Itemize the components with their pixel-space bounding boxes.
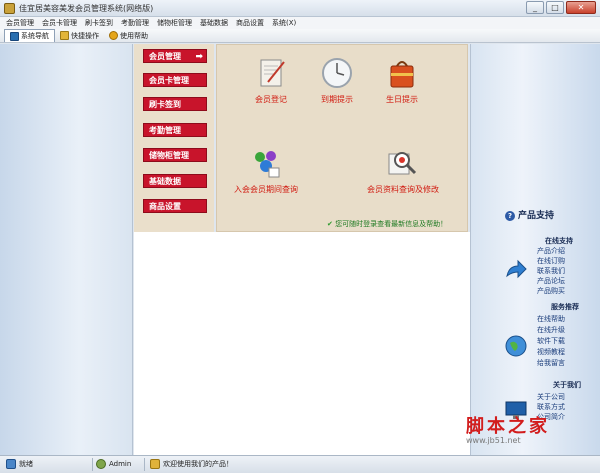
side-item-label: 刷卡签到 (149, 100, 181, 109)
support-link[interactable]: 产品购买 (537, 286, 565, 296)
side-item-label: 商品设置 (149, 202, 181, 211)
watermark-text: 脚本之家 (466, 416, 550, 437)
support-link[interactable]: 软件下载 (537, 336, 565, 346)
status-message-label: 欢迎使用我们的产品！ (163, 460, 233, 468)
tab-quick-ops[interactable]: 快捷操作 (55, 29, 104, 42)
support-link[interactable]: 产品介绍 (537, 246, 565, 256)
menu-system[interactable]: 系统(X) (272, 17, 296, 29)
side-item-label: 会员卡管理 (149, 76, 189, 85)
left-pane (0, 44, 133, 455)
status-ready-label: 就绪 (19, 460, 33, 468)
func-label: 生日提示 (386, 95, 418, 104)
tip-text: ✔ 您可随时登录查看最新信息及帮助！ (327, 219, 447, 229)
support-link[interactable]: 联系我们 (537, 266, 565, 276)
toolbar: 系统导航 快捷操作 使用帮助 (0, 29, 600, 43)
func-member-period-query[interactable]: 入会会员期间查询 (231, 146, 301, 195)
computer-icon (6, 459, 16, 469)
window-controls: _ □ ✕ (526, 1, 596, 14)
menu-locker[interactable]: 储物柜管理 (157, 17, 192, 29)
side-item-label: 会员管理 (149, 52, 181, 61)
function-panel: 会员登记 到期提示 生日提示 入会会员期间查询 会员资料查询及修改 ✔ 您可随时… (216, 44, 468, 232)
support-link[interactable]: 给我留言 (537, 358, 565, 368)
support-group-title: 服务推荐 (551, 303, 579, 311)
menu-goods[interactable]: 商品设置 (236, 17, 264, 29)
menu-checkin[interactable]: 刷卡签到 (85, 17, 113, 29)
forward-arrow-icon (504, 258, 528, 282)
func-expiry-reminder[interactable]: 到期提示 (302, 56, 372, 105)
status-divider (92, 458, 93, 471)
support-group-title: 关于我们 (553, 381, 581, 389)
tab-system-nav[interactable]: 系统导航 (4, 29, 55, 42)
globe-icon (504, 334, 528, 358)
window-title: 佳宜居美容美发会员管理系统(网络版) (19, 4, 154, 13)
side-item-goods[interactable]: 商品设置 (143, 199, 207, 213)
func-label: 会员登记 (255, 95, 287, 104)
document-scroll-icon (254, 56, 288, 90)
right-pane (470, 44, 600, 455)
message-icon (150, 459, 160, 469)
side-item-member-card[interactable]: 会员卡管理 (143, 73, 207, 87)
watermark: 脚本之家 www.jb51.net (462, 412, 598, 448)
help-icon (109, 31, 118, 40)
support-link[interactable]: 视频教程 (537, 347, 565, 357)
user-icon (96, 459, 106, 469)
menu-member[interactable]: 会员管理 (6, 17, 34, 29)
side-item-member[interactable]: 会员管理 ➡ (143, 49, 207, 63)
minimize-button[interactable]: _ (526, 1, 544, 14)
func-label: 入会会员期间查询 (234, 185, 298, 194)
support-link[interactable]: 在线升级 (537, 325, 565, 335)
tab-help[interactable]: 使用帮助 (104, 29, 153, 42)
support-link[interactable]: 产品论坛 (537, 276, 565, 286)
side-item-locker[interactable]: 储物柜管理 (143, 148, 207, 162)
support-title-label: 产品支持 (518, 211, 555, 221)
title-bar: 佳宜居美容美发会员管理系统(网络版) _ □ ✕ (0, 0, 600, 17)
side-item-attendance[interactable]: 考勤管理 (143, 123, 207, 137)
menu-basic-data[interactable]: 基础数据 (200, 17, 228, 29)
func-member-info-query[interactable]: 会员资料查询及修改 (367, 146, 439, 195)
main-area (134, 232, 470, 455)
status-divider (144, 458, 145, 471)
support-title: ? 产品支持 (505, 208, 554, 221)
side-item-checkin[interactable]: 刷卡签到 (143, 97, 207, 111)
status-ready: 就绪 (6, 459, 33, 469)
tab-label: 使用帮助 (120, 31, 148, 40)
monitor-icon (10, 31, 19, 41)
menu-bar: 会员管理 会员卡管理 刷卡签到 考勤管理 储物柜管理 基础数据 商品设置 系统(… (0, 17, 600, 29)
tip-label: 您可随时登录查看最新信息及帮助！ (335, 220, 448, 228)
status-user: Admin (96, 459, 131, 469)
side-item-label: 基础数据 (149, 177, 181, 186)
magnifier-document-icon (385, 146, 419, 180)
support-group-title: 在线支持 (545, 237, 573, 245)
side-item-label: 考勤管理 (149, 126, 181, 135)
menu-member-card[interactable]: 会员卡管理 (42, 17, 77, 29)
help-circle-icon: ? (505, 211, 515, 221)
support-link[interactable]: 在线帮助 (537, 314, 565, 324)
support-link[interactable]: 关于公司 (537, 392, 565, 402)
side-item-label: 储物柜管理 (149, 151, 189, 160)
status-bar: 就绪 Admin 欢迎使用我们的产品！ (0, 455, 600, 473)
lightning-icon (60, 31, 69, 40)
status-user-label: Admin (109, 460, 132, 468)
tab-label: 快捷操作 (71, 31, 99, 40)
side-item-basic-data[interactable]: 基础数据 (143, 174, 207, 188)
arrow-right-icon: ➡ (195, 52, 203, 62)
info-icon: ✔ (327, 220, 333, 228)
clock-icon (320, 56, 354, 90)
close-button[interactable]: ✕ (566, 1, 596, 14)
menu-attendance[interactable]: 考勤管理 (121, 17, 149, 29)
side-menu-panel: 会员管理 ➡ 会员卡管理 刷卡签到 考勤管理 储物柜管理 基础数据 商品设置 (134, 44, 214, 232)
func-birthday-reminder[interactable]: 生日提示 (367, 56, 437, 105)
tab-label: 系统导航 (21, 32, 49, 40)
watermark-url: www.jb51.net (466, 436, 521, 445)
gift-bag-icon (385, 56, 419, 90)
func-member-register[interactable]: 会员登记 (236, 56, 306, 105)
maximize-button[interactable]: □ (546, 1, 564, 14)
status-message: 欢迎使用我们的产品！ (150, 459, 233, 469)
support-link[interactable]: 在线订购 (537, 256, 565, 266)
func-label: 到期提示 (321, 95, 353, 104)
func-label: 会员资料查询及修改 (367, 185, 439, 194)
support-link[interactable]: 联系方式 (537, 402, 565, 412)
people-icon (249, 146, 283, 180)
app-icon (4, 3, 15, 14)
